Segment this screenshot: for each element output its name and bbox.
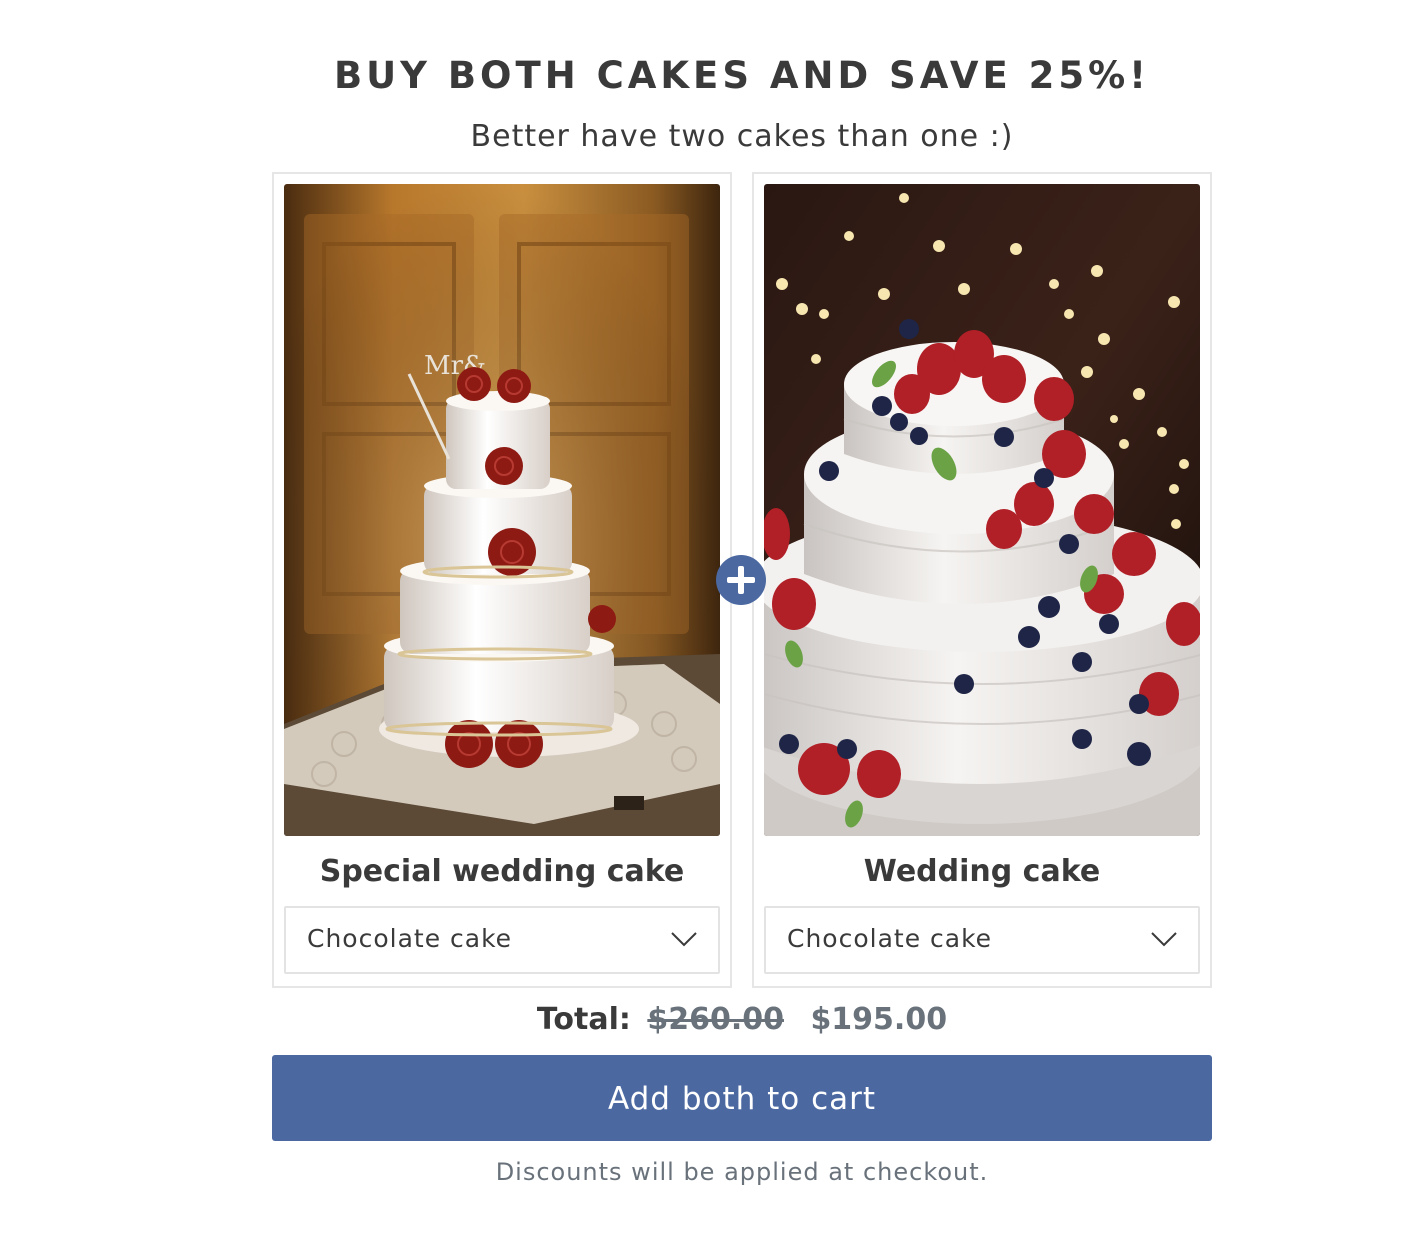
original-price: $260.00 (647, 1002, 784, 1037)
product-title[interactable]: Special wedding cake (274, 854, 730, 889)
variant-select-value: Chocolate cake (787, 924, 993, 953)
discount-note: Discounts will be applied at checkout. (495, 1158, 989, 1186)
chevron-down-icon (1151, 932, 1177, 947)
bundle-subheading: Better have two cakes than one :) (470, 119, 1014, 154)
add-both-to-cart-button[interactable]: Add both to cart (272, 1055, 1212, 1141)
variant-select-special-wedding-cake[interactable]: Chocolate cake (284, 906, 720, 974)
total-label: Total: (536, 1002, 631, 1037)
variant-select-wedding-cake[interactable]: Chocolate cake (764, 906, 1200, 974)
bundle-heading: BUY BOTH CAKES AND SAVE 25%! (333, 54, 1151, 97)
cake-photo-icon: Mr& (284, 184, 720, 836)
cake-photo-icon (764, 184, 1200, 836)
product-card-special-wedding-cake: Mr& Special wedding cake Chocolate cake (272, 172, 732, 988)
product-card-wedding-cake: Wedding cake Chocolate cake (752, 172, 1212, 988)
product-image-special-wedding-cake[interactable]: Mr& (284, 184, 720, 836)
discounted-price: $195.00 (810, 1002, 948, 1037)
product-image-wedding-cake[interactable] (764, 184, 1200, 836)
variant-select-value: Chocolate cake (307, 924, 513, 953)
plus-icon (716, 555, 766, 605)
product-title[interactable]: Wedding cake (754, 854, 1210, 889)
chevron-down-icon (671, 932, 697, 947)
bundle-total: Total: $260.00 $195.00 (0, 1002, 1428, 1037)
